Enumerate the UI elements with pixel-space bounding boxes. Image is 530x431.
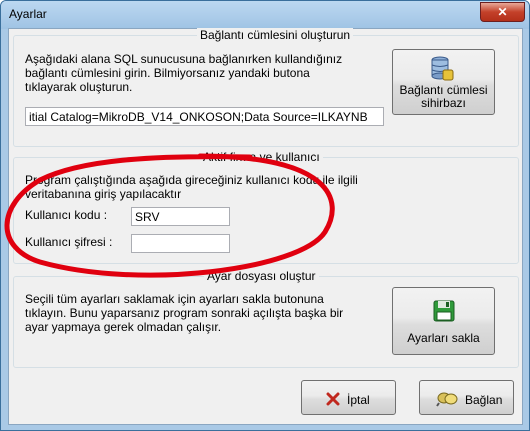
active-user-group: Aktif firma ve kullanıcı Program çalıştı… xyxy=(13,150,519,264)
settings-window: Ayarlar ✕ Bağlantı cümlesini oluşturun A… xyxy=(0,0,530,431)
dialog-body: Bağlantı cümlesini oluşturun Aşağıdaki a… xyxy=(8,28,523,425)
user-code-input[interactable]: SRV xyxy=(131,207,230,226)
active-user-description: Program çalıştığında aşağıda gireceğiniz… xyxy=(25,173,358,201)
window-title: Ayarlar xyxy=(9,7,47,21)
save-settings-button[interactable]: Ayarları sakla xyxy=(392,287,495,355)
user-code-label: Kullanıcı kodu : xyxy=(25,208,108,222)
connect-button[interactable]: Bağlan xyxy=(419,380,514,415)
connection-group-legend: Bağlantı cümlesini oluşturun xyxy=(197,28,354,42)
close-button[interactable]: ✕ xyxy=(480,2,525,22)
connection-string-input[interactable]: itial Catalog=MikroDB_V14_ONKOSON;Data S… xyxy=(25,107,384,126)
connect-label: Bağlan xyxy=(465,393,503,407)
red-x-icon xyxy=(326,392,340,406)
user-password-label: Kullanıcı şifresi : xyxy=(25,235,113,249)
settings-file-description: Seçili tüm ayarları saklamak için ayarla… xyxy=(25,292,344,334)
connection-group: Bağlantı cümlesini oluşturun Aşağıdaki a… xyxy=(13,28,519,147)
database-wizard-icon xyxy=(431,56,454,81)
connection-wizard-button[interactable]: Bağlantı cümlesi sihirbazı xyxy=(392,49,495,115)
active-user-group-legend: Aktif firma ve kullanıcı xyxy=(200,150,323,164)
connection-wizard-label: Bağlantı cümlesi sihirbazı xyxy=(399,83,488,110)
settings-file-group-legend: Ayar dosyası oluştur xyxy=(204,269,319,283)
close-icon: ✕ xyxy=(497,5,508,19)
connection-description: Aşağıdaki alana SQL sunucusuna bağlanırk… xyxy=(25,52,343,94)
title-bar[interactable]: Ayarlar ✕ xyxy=(1,1,529,29)
cancel-button[interactable]: İptal xyxy=(301,380,396,415)
connect-plug-icon xyxy=(436,392,458,407)
settings-file-group: Ayar dosyası oluştur Seçili tüm ayarları… xyxy=(13,269,519,368)
user-password-input[interactable] xyxy=(131,234,230,253)
save-settings-label: Ayarları sakla xyxy=(407,331,480,345)
cancel-label: İptal xyxy=(347,393,370,407)
floppy-disk-icon xyxy=(433,300,455,322)
